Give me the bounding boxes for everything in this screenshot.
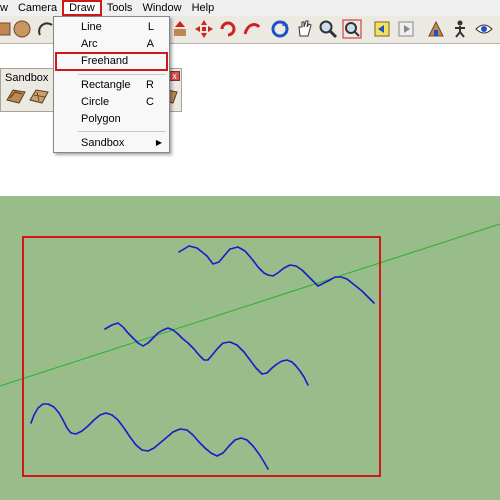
- menu-item-circle[interactable]: Circle C: [55, 94, 168, 110]
- menu-item-freehand[interactable]: Freehand: [55, 52, 168, 71]
- menu-item-rectangle[interactable]: Rectangle R: [55, 77, 168, 93]
- menu-item-line[interactable]: Line L: [55, 19, 168, 35]
- menu-item-rectangle-shortcut: R: [146, 79, 154, 91]
- green-axis-line: [0, 223, 500, 387]
- menu-item-polygon-label: Polygon: [81, 113, 121, 125]
- menu-item-polygon[interactable]: Polygon: [55, 111, 168, 127]
- menu-item-rectangle-label: Rectangle: [81, 79, 131, 91]
- freehand-stroke-3: [30, 403, 269, 470]
- submenu-arrow-icon: ▶: [155, 138, 162, 147]
- menu-item-arc[interactable]: Arc A: [55, 36, 168, 52]
- menu-item-sandbox[interactable]: Sandbox ▶: [55, 135, 168, 151]
- menu-item-circle-label: Circle: [81, 96, 110, 108]
- menu-item-freehand-label: Freehand: [81, 55, 129, 67]
- menu-item-line-shortcut: L: [147, 21, 154, 33]
- menu-item-line-label: Line: [81, 21, 102, 33]
- menu-separator: [78, 74, 166, 75]
- freehand-stroke-2: [104, 322, 309, 386]
- menu-item-sandbox-label: Sandbox: [81, 137, 125, 149]
- menu-separator: [78, 131, 166, 132]
- menu-item-circle-shortcut: C: [146, 96, 154, 108]
- draw-menu-dropdown: Line L Arc A Freehand Rectangle R Circle…: [53, 16, 170, 153]
- menu-item-arc-label: Arc: [81, 38, 98, 50]
- menu-item-arc-shortcut: A: [146, 38, 154, 50]
